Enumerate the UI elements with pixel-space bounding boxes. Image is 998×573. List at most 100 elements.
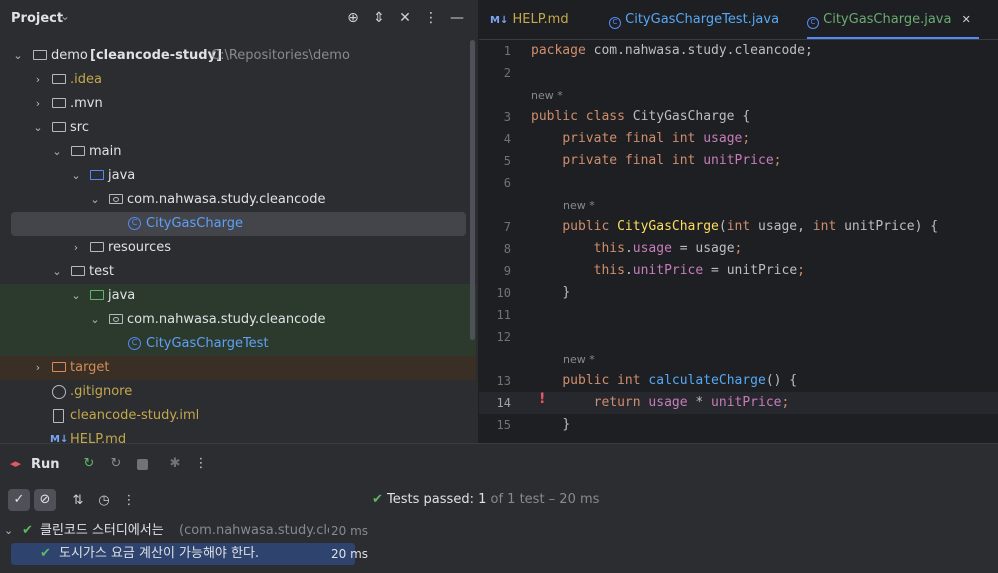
tree-item-src[interactable]: ⌄ src [0, 116, 476, 140]
tree-item-test-package[interactable]: ⌄ com.nahwasa.study.cleancode [0, 308, 476, 332]
tree-item-label: .gitignore [70, 384, 133, 399]
chevron-right-icon[interactable]: › [32, 68, 44, 92]
tree-item-label: HELP.md [70, 432, 127, 443]
chevron-right-icon[interactable]: › [32, 92, 44, 116]
tree-item-citygascharge[interactable]: C CityGasCharge [11, 212, 466, 236]
folder-icon [71, 146, 85, 156]
tree-item-label: cleancode-study.iml [70, 408, 200, 423]
check-icon: ✔ [372, 492, 383, 507]
show-ignored-icon[interactable]: ⊘ [34, 489, 56, 511]
code-line-10[interactable]: } [531, 285, 570, 300]
chevron-down-icon[interactable]: ⌄ [60, 9, 70, 23]
debug-icon[interactable]: ✱ [166, 456, 184, 471]
line-number: 15 [496, 418, 511, 432]
chevron-down-icon[interactable]: ⌄ [51, 140, 63, 164]
chevron-down-icon[interactable]: ⌄ [70, 164, 82, 188]
chevron-down-icon[interactable]: ⌄ [4, 520, 13, 542]
source-folder-icon [90, 170, 104, 180]
tree-item-resources[interactable]: › resources [0, 236, 476, 260]
expand-collapse-icon[interactable]: ⇕ [369, 8, 389, 28]
tree-item-label: .idea [70, 72, 102, 87]
tab-help-md[interactable]: M↓ HELP.md [490, 0, 569, 39]
tree-item-label: main [89, 144, 122, 159]
code-line-1[interactable]: package com.nahwasa.study.cleancode; [531, 43, 813, 58]
tree-item-mvn[interactable]: › .mvn [0, 92, 476, 116]
chevron-down-icon[interactable]: ⌄ [70, 284, 82, 308]
code-line-3[interactable]: public class CityGasCharge { [531, 109, 750, 124]
history-icon[interactable]: ◷ [95, 493, 113, 508]
minimize-icon[interactable]: — [447, 8, 467, 28]
tree-item-target[interactable]: › target [0, 356, 476, 380]
editor-tabs: M↓ HELP.md C CityGasChargeTest.java C Ci… [479, 0, 998, 40]
tree-item-label: CityGasChargeTest [146, 336, 269, 351]
project-header: Project ⌄ ⊕ ⇕ ✕ ⋮ — [0, 0, 478, 38]
tab-citygascharge[interactable]: C CityGasCharge.java ✕ [807, 0, 979, 39]
package-icon [109, 314, 123, 324]
run-tool-icon: ◂▸ [10, 457, 22, 470]
code-line-8[interactable]: this.usage = usage; [531, 241, 743, 256]
tree-item-help[interactable]: M↓ HELP.md [0, 428, 476, 443]
test-suite-row[interactable]: ⌄ ✔ 클린코드 스터디에서는 (com.nahwasa.study.cle 2… [0, 520, 368, 542]
code-line-4[interactable]: private final int usage; [531, 131, 750, 146]
rerun-icon[interactable]: ↻ [80, 456, 98, 471]
class-icon: C [128, 217, 141, 230]
tree-item-main-java[interactable]: ⌄ java [0, 164, 476, 188]
tree-item-citygaschargetest[interactable]: C CityGasChargeTest [0, 332, 476, 356]
tree-item-gitignore[interactable]: .gitignore [0, 380, 476, 404]
inlay-hint: new * [563, 353, 595, 366]
chevron-right-icon[interactable]: › [32, 356, 44, 380]
more-options-icon[interactable]: ⋮ [421, 8, 441, 28]
line-number: 8 [503, 242, 511, 256]
code-line-5[interactable]: private final int unitPrice; [531, 153, 781, 168]
tree-item-main[interactable]: ⌄ main [0, 140, 476, 164]
code-line-9[interactable]: this.unitPrice = unitPrice; [531, 263, 805, 278]
code-line-13[interactable]: public int calculateCharge() { [531, 373, 797, 388]
chevron-down-icon[interactable]: ⌄ [32, 116, 44, 140]
more-options-icon[interactable]: ⋮ [192, 456, 210, 471]
project-title[interactable]: Project [11, 11, 63, 26]
test-results-tree: ⌄ ✔ 클린코드 스터디에서는 (com.nahwasa.study.cle 2… [0, 518, 368, 573]
tree-item-label: src [70, 120, 89, 135]
tree-item-label: com.nahwasa.study.cleancode [127, 192, 326, 207]
chevron-right-icon[interactable]: › [70, 236, 82, 260]
tree-item-label: CityGasCharge [146, 216, 243, 231]
line-number: 7 [503, 220, 511, 234]
resources-folder-icon [90, 242, 104, 252]
code-line-7[interactable]: public CityGasCharge(int usage, int unit… [531, 219, 938, 234]
test-time: 20 ms [331, 547, 369, 561]
tree-item-label: test [89, 264, 114, 279]
close-icon[interactable]: ✕ [962, 13, 971, 26]
more-options-icon[interactable]: ⋮ [120, 493, 138, 508]
class-icon: C [609, 17, 621, 29]
tree-item-demo[interactable]: ⌄ demo [cleancode-study] C:\Repositories… [0, 44, 476, 68]
test-toolbar: ✓ ⊘ ⇅ ◷ ⋮ ✔ Tests passed: 1 of 1 test – … [0, 484, 998, 516]
locate-icon[interactable]: ⊕ [343, 8, 363, 28]
run-label[interactable]: Run [31, 457, 60, 472]
excluded-folder-icon [52, 362, 66, 372]
tab-citygaschargetest[interactable]: C CityGasChargeTest.java [609, 0, 779, 39]
tree-item-label: target [70, 360, 110, 375]
show-passed-icon[interactable]: ✓ [8, 489, 30, 511]
line-number: 4 [503, 132, 511, 146]
chevron-down-icon[interactable]: ⌄ [89, 308, 101, 332]
check-icon: ✔ [40, 546, 51, 561]
chevron-down-icon[interactable]: ⌄ [89, 188, 101, 212]
status-count: 1 [478, 492, 487, 507]
close-all-icon[interactable]: ✕ [395, 8, 415, 28]
sort-icon[interactable]: ⇅ [69, 493, 87, 508]
module-name: [cleancode-study] [90, 48, 223, 63]
tree-item-iml[interactable]: cleancode-study.iml [0, 404, 476, 428]
tree-item-label: java [108, 168, 136, 183]
tree-item-test[interactable]: ⌄ test [0, 260, 476, 284]
code-line-15[interactable]: } [531, 417, 570, 432]
rerun-failed-icon[interactable]: ↻ [107, 456, 125, 471]
chevron-down-icon[interactable]: ⌄ [12, 44, 24, 68]
test-case-row[interactable]: ✔ 도시가스 요금 계산이 가능해야 한다. 20 ms [11, 543, 368, 565]
code-line-14[interactable]: return usage * unitPrice; [531, 395, 790, 410]
tree-item-idea[interactable]: › .idea [0, 68, 476, 92]
project-scrollbar[interactable] [470, 40, 475, 340]
stop-icon[interactable] [137, 459, 148, 470]
tree-item-main-package[interactable]: ⌄ com.nahwasa.study.cleancode [0, 188, 476, 212]
chevron-down-icon[interactable]: ⌄ [51, 260, 63, 284]
tree-item-test-java[interactable]: ⌄ java [0, 284, 476, 308]
